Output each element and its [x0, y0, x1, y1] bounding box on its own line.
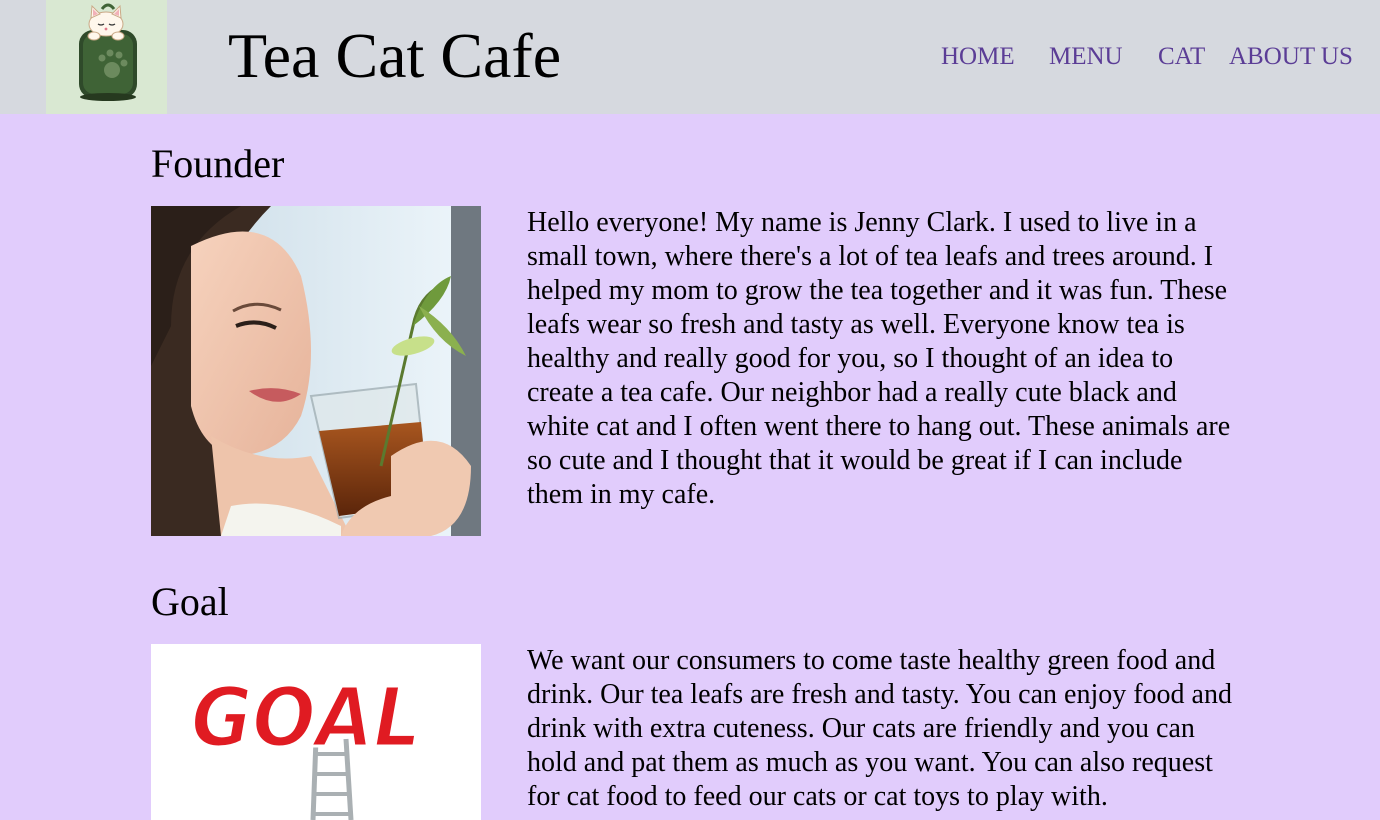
- site-title: Tea Cat Cafe: [228, 20, 562, 91]
- site-header: Tea Cat Cafe HOME MENU CAT ABOUT US: [0, 0, 1380, 114]
- tea-cat-logo-icon: [79, 3, 137, 101]
- founder-text: Hello everyone! My name is Jenny Clark. …: [527, 207, 1231, 510]
- goal-ladder-image: GOAL: [151, 644, 481, 820]
- nav-menu-link[interactable]: MENU: [1049, 42, 1123, 72]
- founder-heading: Founder: [151, 141, 285, 186]
- founder-image: [151, 206, 481, 536]
- logo[interactable]: [46, 0, 167, 114]
- nav-about-us-link[interactable]: ABOUT US: [1229, 42, 1353, 72]
- goal-image: GOAL: [151, 644, 481, 820]
- goal-heading: Goal: [151, 579, 229, 624]
- nav-home-link[interactable]: HOME: [941, 42, 1015, 72]
- goal-image-text: GOAL: [191, 671, 421, 766]
- goal-text: We want our consumers to come taste heal…: [527, 645, 1232, 812]
- founder-photo: [151, 206, 481, 536]
- nav-cat-link[interactable]: CAT: [1158, 42, 1205, 72]
